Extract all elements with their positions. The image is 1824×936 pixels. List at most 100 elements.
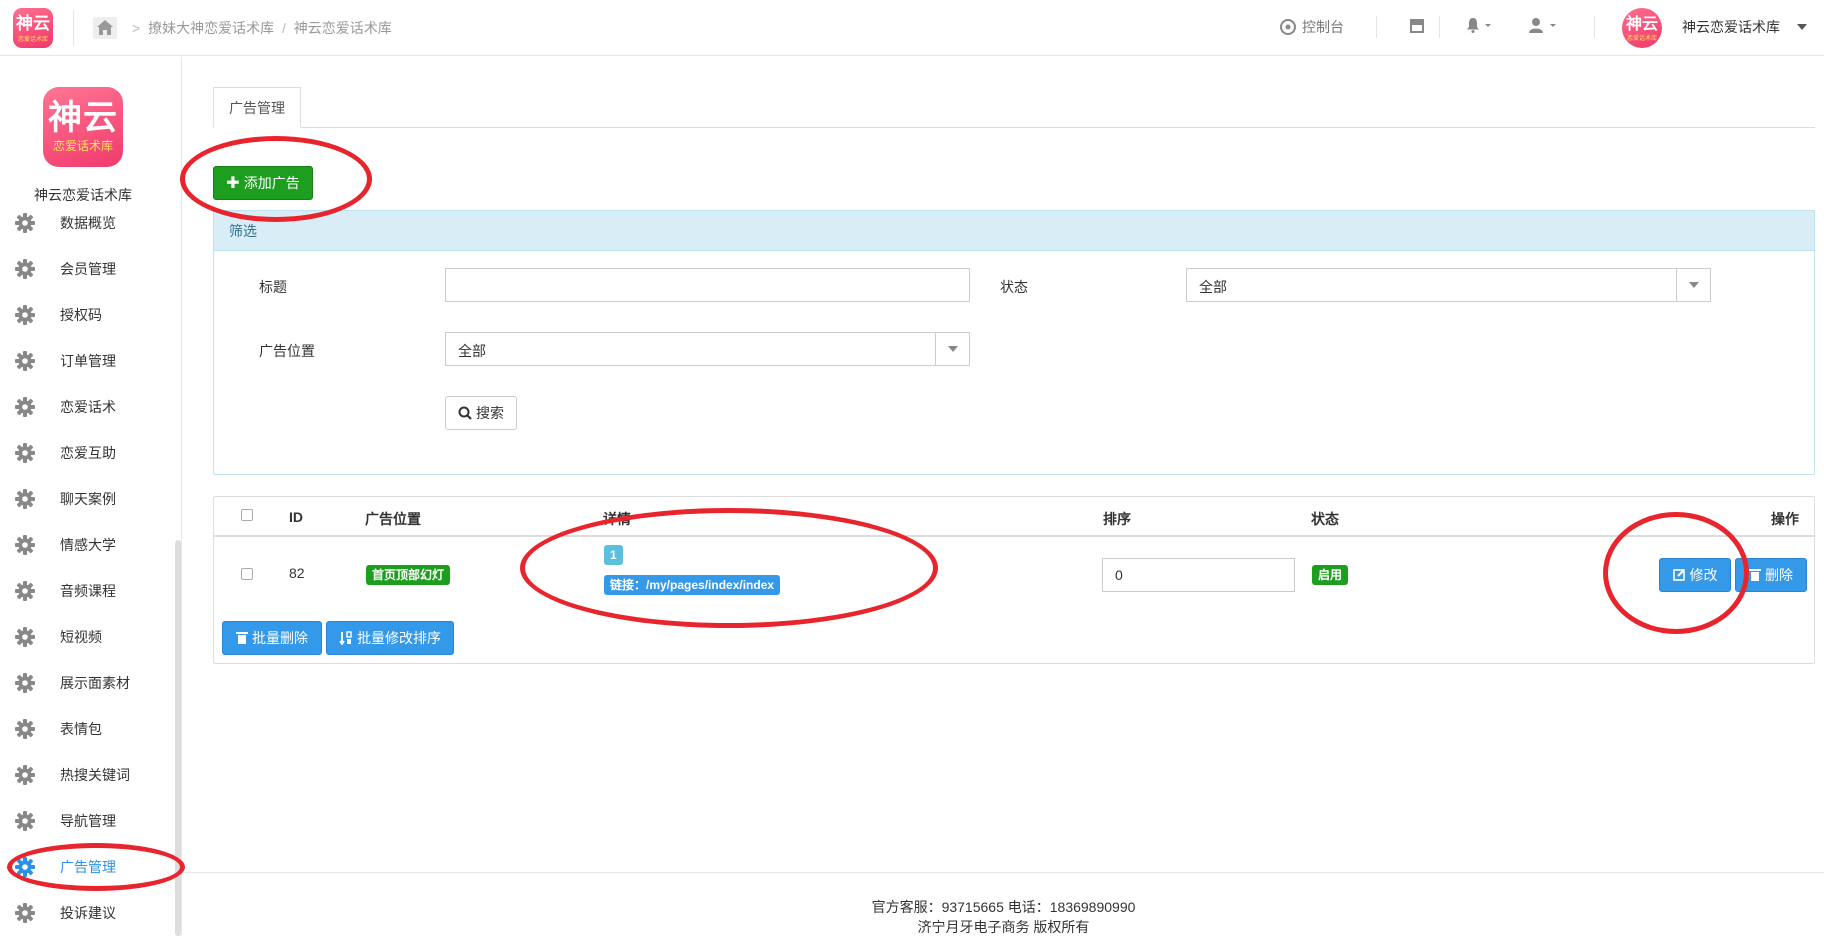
sidebar-item[interactable]: 表情包 (0, 708, 176, 748)
sidebar-item[interactable]: 短视频 (0, 616, 176, 656)
detail-index-badge: 1 (604, 545, 623, 565)
gear-icon (14, 258, 36, 283)
batch-sort-label: 批量修改排序 (357, 630, 441, 646)
chevron-down-icon (935, 333, 969, 365)
sidebar-item-label: 恋爱互助 (60, 445, 116, 461)
sidebar-item[interactable]: 展示面素材 (0, 662, 176, 702)
gear-icon (14, 534, 36, 559)
footer-copyright: 济宁月牙电子商务 版权所有 (917, 919, 1090, 935)
plus-icon: ✚ (226, 175, 240, 192)
sidebar-item-label: 热搜关键词 (60, 767, 130, 783)
footer-divider (183, 872, 1824, 873)
user-name: 神云恋爱话术库 (1682, 19, 1780, 35)
row-checkbox[interactable] (241, 568, 253, 580)
sidebar-scrollbar[interactable] (175, 540, 181, 936)
row-id: 82 (289, 565, 305, 581)
gear-icon (14, 488, 36, 513)
gear-icon (14, 764, 36, 789)
home-icon[interactable] (93, 17, 117, 39)
sidebar-item[interactable]: 订单管理 (0, 340, 176, 380)
filter-heading: 筛选 (214, 211, 1814, 251)
column-header-actions: 操作 (1771, 511, 1799, 527)
user-icon[interactable] (1528, 17, 1560, 36)
sidebar-item[interactable]: 投诉建议 (0, 892, 176, 932)
gear-icon (14, 442, 36, 467)
breadcrumb-separator: / (281, 20, 286, 36)
gear-icon (14, 396, 36, 421)
search-icon (458, 406, 472, 420)
column-header-sort: 排序 (1103, 511, 1131, 527)
avatar[interactable]: 神云 恋爱话术库 (1622, 8, 1662, 48)
sort-input[interactable]: 0 (1102, 558, 1295, 592)
control-panel-label: 控制台 (1302, 19, 1344, 35)
logo-title: 神云 (16, 14, 50, 33)
search-button[interactable]: 搜索 (445, 396, 517, 430)
batch-delete-button[interactable]: 批量删除 (222, 621, 322, 655)
sidebar-item-label: 恋爱话术 (60, 399, 116, 415)
sidebar-item-label: 广告管理 (60, 859, 116, 875)
bell-icon[interactable] (1466, 17, 1494, 36)
chevron-right-icon: > (132, 20, 141, 36)
sidebar-item[interactable]: 音频课程 (0, 570, 176, 610)
sidebar-item[interactable]: 导航管理 (0, 800, 176, 840)
sidebar-item-label: 导航管理 (60, 813, 116, 829)
store-icon[interactable] (1409, 17, 1425, 36)
sidebar-item[interactable]: 授权码 (0, 294, 176, 334)
batch-delete-label: 批量删除 (252, 630, 308, 646)
gear-icon (14, 350, 36, 375)
status-select[interactable]: 全部 (1186, 268, 1711, 302)
gear-icon (14, 902, 36, 927)
column-header-position: 广告位置 (365, 511, 421, 527)
sidebar-item-label: 授权码 (60, 307, 102, 323)
tab-ad-management[interactable]: 广告管理 (213, 87, 301, 128)
edit-button[interactable]: 修改 (1659, 558, 1731, 592)
sidebar: 神云 恋爱话术库 神云恋爱话术库 数据概览 会员管理 授权码 订单管理 恋爱话术 恋爱互助… (0, 57, 182, 936)
status-label: 状态 (1000, 279, 1028, 295)
sidebar-item-label: 短视频 (60, 629, 102, 645)
app-logo[interactable]: 神云 恋爱话术库 (13, 8, 53, 48)
trash-icon (1749, 569, 1761, 581)
top-bar: 神云 恋爱话术库 > 撩妹大神恋爱话术库 / 神云恋爱话术库 控制台 神云 恋爱… (0, 0, 1824, 56)
caret-down-icon (1796, 24, 1807, 30)
divider (1376, 16, 1377, 38)
batch-sort-button[interactable]: 批量修改排序 (326, 621, 454, 655)
control-panel-link[interactable]: 控制台 (1280, 17, 1344, 37)
tabs-divider (213, 127, 1815, 128)
gear-icon (14, 212, 36, 237)
breadcrumb-item[interactable]: 神云恋爱话术库 (294, 20, 392, 36)
sidebar-item-label: 会员管理 (60, 261, 116, 277)
sidebar-item[interactable]: 广告管理 (0, 846, 176, 886)
sidebar-item[interactable]: 会员管理 (0, 248, 176, 288)
breadcrumb: > 撩妹大神恋爱话术库 / 神云恋爱话术库 (128, 18, 392, 38)
sidebar-logo[interactable]: 神云 恋爱话术库 (43, 87, 123, 167)
divider (1439, 16, 1440, 38)
sidebar-item[interactable]: 恋爱话术 (0, 386, 176, 426)
logo-subtitle: 恋爱话术库 (17, 37, 48, 43)
title-input[interactable] (445, 268, 970, 302)
sidebar-item-label: 音频课程 (60, 583, 116, 599)
sidebar-item[interactable]: 数据概览 (0, 202, 176, 242)
search-label: 搜索 (476, 405, 504, 421)
delete-label: 删除 (1765, 567, 1793, 583)
position-select-value: 全部 (458, 343, 486, 359)
select-all-checkbox[interactable] (241, 509, 253, 521)
gear-icon (14, 580, 36, 605)
sidebar-item[interactable]: 聊天案例 (0, 478, 176, 518)
sidebar-item[interactable]: 恋爱互助 (0, 432, 176, 472)
sidebar-item[interactable]: 热搜关键词 (0, 754, 176, 794)
sidebar-item-label: 聊天案例 (60, 491, 116, 507)
breadcrumb-item[interactable]: 撩妹大神恋爱话术库 (148, 20, 274, 36)
avatar-subtitle: 恋爱话术库 (1626, 36, 1657, 42)
user-menu[interactable]: 神云恋爱话术库 (1682, 17, 1808, 37)
avatar-title: 神云 (1625, 16, 1658, 33)
dashboard-icon (1280, 19, 1296, 35)
sidebar-logo-subtitle: 恋爱话术库 (52, 139, 113, 153)
position-select[interactable]: 全部 (445, 332, 970, 366)
add-ad-button[interactable]: ✚ 添加广告 (213, 166, 313, 200)
sidebar-item-label: 情感大学 (60, 537, 116, 553)
delete-button[interactable]: 删除 (1735, 558, 1807, 592)
sidebar-item[interactable]: 情感大学 (0, 524, 176, 564)
detail-link-badge[interactable]: 链接：/my/pages/index/index (604, 575, 781, 595)
chevron-down-icon (1676, 269, 1710, 301)
gear-icon (14, 672, 36, 697)
